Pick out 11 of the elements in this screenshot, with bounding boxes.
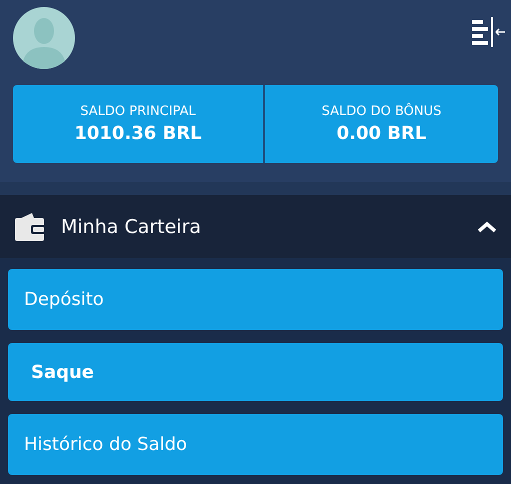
wallet-icon (14, 212, 46, 242)
section-header[interactable]: Minha Carteira (0, 195, 511, 258)
menu-item[interactable]: Histórico do Saldo (8, 414, 503, 475)
avatar-icon (13, 7, 75, 69)
balance-amount: 1010.36 BRL (74, 123, 202, 144)
collapse-sidebar-icon[interactable] (472, 17, 506, 47)
balance-amount: 0.00 BRL (336, 123, 426, 144)
menu-item[interactable]: Depósito (8, 269, 503, 330)
menu-item[interactable]: Saque (8, 343, 503, 401)
balance-label: SALDO DO BÔNUS (322, 104, 442, 119)
balance-label: SALDO PRINCIPAL (80, 104, 196, 119)
